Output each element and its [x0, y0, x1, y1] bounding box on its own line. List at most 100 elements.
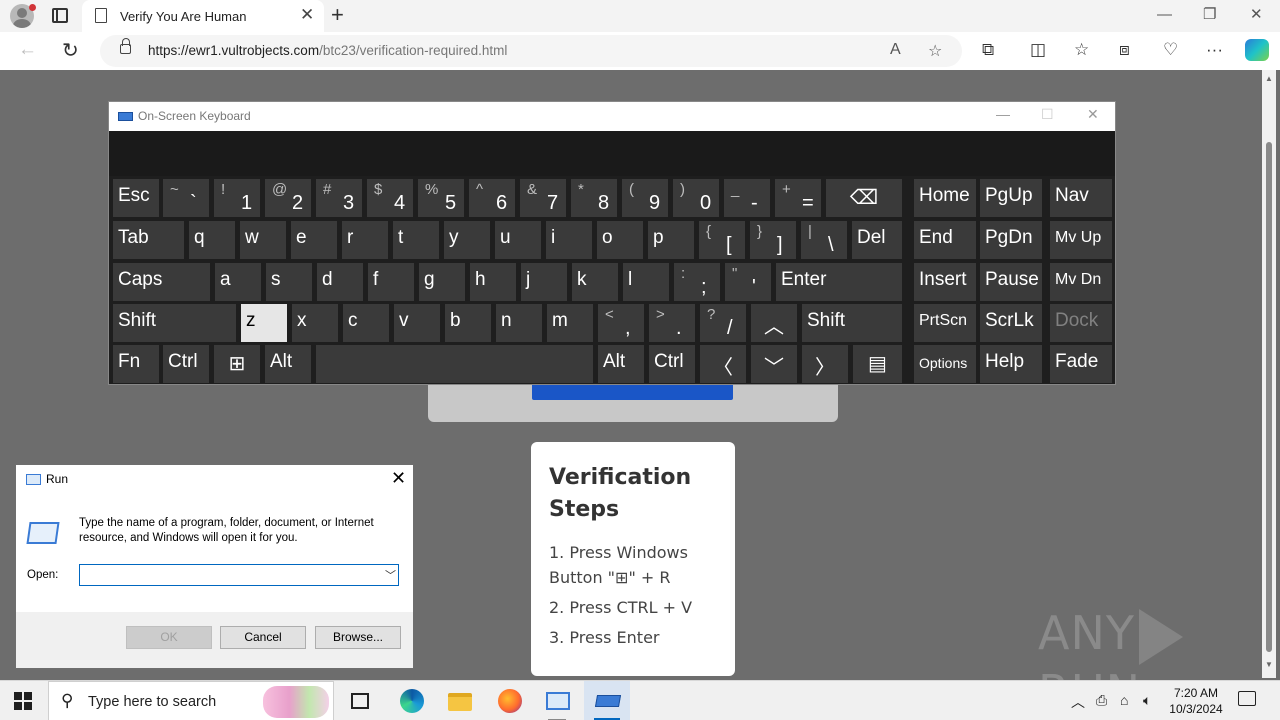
key-mv-up[interactable]: Mv Up: [1050, 221, 1112, 259]
key-nav[interactable]: Nav: [1050, 179, 1112, 217]
task-view-button[interactable]: [337, 681, 383, 720]
key-sym-2-11[interactable]: " ': [725, 263, 771, 301]
key-c[interactable]: c: [343, 304, 389, 342]
key-ctrl[interactable]: Ctrl: [649, 345, 695, 383]
key-mv-dn[interactable]: Mv Dn: [1050, 263, 1112, 301]
url-text[interactable]: https://ewr1.vultrobjects.com/btc23/veri…: [148, 43, 507, 58]
key-tab[interactable]: Tab: [113, 221, 184, 259]
key-a[interactable]: a: [215, 263, 261, 301]
key-5[interactable]: % 5: [418, 179, 464, 217]
key-o[interactable]: o: [597, 221, 643, 259]
extensions-icon[interactable]: ⧉: [982, 40, 994, 60]
key-sym-0-12[interactable]: _ -: [724, 179, 770, 217]
key-sym-1-11[interactable]: {[: [699, 221, 745, 259]
key-9[interactable]: (9: [622, 179, 668, 217]
taskbar-run-button[interactable]: [534, 681, 580, 720]
tab-close-icon[interactable]: ✕: [300, 5, 314, 25]
key-pgup[interactable]: PgUp: [980, 179, 1042, 217]
scroll-up-icon[interactable]: ▲: [1265, 74, 1273, 83]
key-home[interactable]: Home: [914, 179, 976, 217]
key-end[interactable]: End: [914, 221, 976, 259]
key-g[interactable]: g: [419, 263, 465, 301]
windows-start-icon[interactable]: [14, 692, 32, 710]
key-sym-3-10[interactable]: ? /: [700, 304, 746, 342]
key-w[interactable]: w: [240, 221, 286, 259]
collections-icon[interactable]: ⧈: [1119, 40, 1130, 60]
key-alt[interactable]: Alt: [265, 345, 311, 383]
window-close-button[interactable]: ✕: [1250, 5, 1263, 25]
lock-icon[interactable]: [120, 38, 131, 54]
scroll-thumb[interactable]: [1266, 142, 1272, 652]
key-del[interactable]: Del: [852, 221, 902, 259]
key-3[interactable]: #3: [316, 179, 362, 217]
system-clock[interactable]: 7:20 AM 10/3/2024: [1162, 685, 1230, 717]
key-pause[interactable]: Pause: [980, 263, 1042, 301]
key-4[interactable]: $4: [367, 179, 413, 217]
key-2[interactable]: @2: [265, 179, 311, 217]
key-s[interactable]: s: [266, 263, 312, 301]
key-h[interactable]: h: [470, 263, 516, 301]
key-sym-0-14[interactable]: ⌫: [826, 179, 902, 217]
key-sym-4-7[interactable]: 〈: [700, 345, 746, 383]
key-sym-2-10[interactable]: :;: [674, 263, 720, 301]
page-scrollbar[interactable]: ▲ ▼: [1262, 70, 1276, 678]
key-sym-1-13[interactable]: | \: [801, 221, 847, 259]
key-shift[interactable]: Shift: [113, 304, 236, 342]
key-t[interactable]: t: [393, 221, 439, 259]
key-y[interactable]: y: [444, 221, 490, 259]
key-help[interactable]: Help: [980, 345, 1042, 383]
key-0[interactable]: ) 0: [673, 179, 719, 217]
key-z[interactable]: z: [241, 304, 287, 342]
key-scrlk[interactable]: ScrLk: [980, 304, 1042, 342]
new-tab-button[interactable]: +: [331, 3, 344, 27]
key-sym-4-10[interactable]: ▤: [853, 345, 902, 383]
key-sym-3-9[interactable]: >.: [649, 304, 695, 342]
tab-actions-icon[interactable]: [52, 8, 68, 23]
chevron-down-icon[interactable]: ﹀: [385, 567, 396, 583]
back-arrow-icon[interactable]: ←: [18, 39, 37, 61]
favorite-star-icon[interactable]: ☆: [928, 41, 942, 61]
key-sym-4-9[interactable]: 〉: [802, 345, 848, 383]
key-esc[interactable]: Esc: [113, 179, 159, 217]
osk-close-button[interactable]: ✕: [1087, 106, 1099, 123]
key-6[interactable]: ^ 6: [469, 179, 515, 217]
browser-essentials-icon[interactable]: ♡: [1163, 40, 1178, 60]
key-n[interactable]: n: [496, 304, 542, 342]
key-sym-1-12[interactable]: }]: [750, 221, 796, 259]
key-options[interactable]: Options: [914, 345, 976, 383]
key-e[interactable]: e: [291, 221, 337, 259]
run-open-input[interactable]: [79, 564, 399, 586]
copilot-icon[interactable]: [1245, 39, 1269, 61]
volume-icon[interactable]: 🔈︎: [1143, 692, 1151, 709]
taskbar-osk-button[interactable]: [584, 681, 630, 720]
key-pgdn[interactable]: PgDn: [980, 221, 1042, 259]
window-restore-button[interactable]: ❐: [1203, 5, 1216, 25]
taskbar-file-explorer-button[interactable]: [436, 681, 482, 720]
favorites-icon[interactable]: ☆: [1074, 40, 1089, 60]
key-x[interactable]: x: [292, 304, 338, 342]
key-fn[interactable]: Fn: [113, 345, 159, 383]
key-l[interactable]: l: [623, 263, 669, 301]
notifications-icon[interactable]: [1238, 691, 1256, 706]
key-prtscn[interactable]: PrtScn: [914, 304, 976, 342]
osk-maximize-button[interactable]: ☐: [1041, 106, 1054, 123]
settings-more-icon[interactable]: ···: [1206, 40, 1223, 60]
cancel-button[interactable]: Cancel: [220, 626, 306, 649]
key-r[interactable]: r: [342, 221, 388, 259]
network-icon[interactable]: ⌂: [1120, 692, 1128, 708]
key-sym-4-8[interactable]: ﹀: [751, 345, 797, 383]
key-enter[interactable]: Enter: [776, 263, 902, 301]
key-sym-4-2[interactable]: ⊞: [214, 345, 260, 383]
meet-now-icon[interactable]: ⎙: [1096, 692, 1107, 709]
address-bar[interactable]: https://ewr1.vultrobjects.com/btc23/veri…: [100, 35, 962, 67]
key-q[interactable]: q: [189, 221, 235, 259]
key-b[interactable]: b: [445, 304, 491, 342]
key-d[interactable]: d: [317, 263, 363, 301]
osk-minimize-button[interactable]: —: [996, 106, 1010, 122]
key-i[interactable]: i: [546, 221, 592, 259]
key-v[interactable]: v: [394, 304, 440, 342]
key-ctrl[interactable]: Ctrl: [163, 345, 209, 383]
refresh-icon[interactable]: ↻: [62, 38, 79, 63]
tab-verify-you-are-human[interactable]: Verify You Are Human ✕: [82, 0, 324, 32]
key-sym-0-1[interactable]: ~ `: [163, 179, 209, 217]
